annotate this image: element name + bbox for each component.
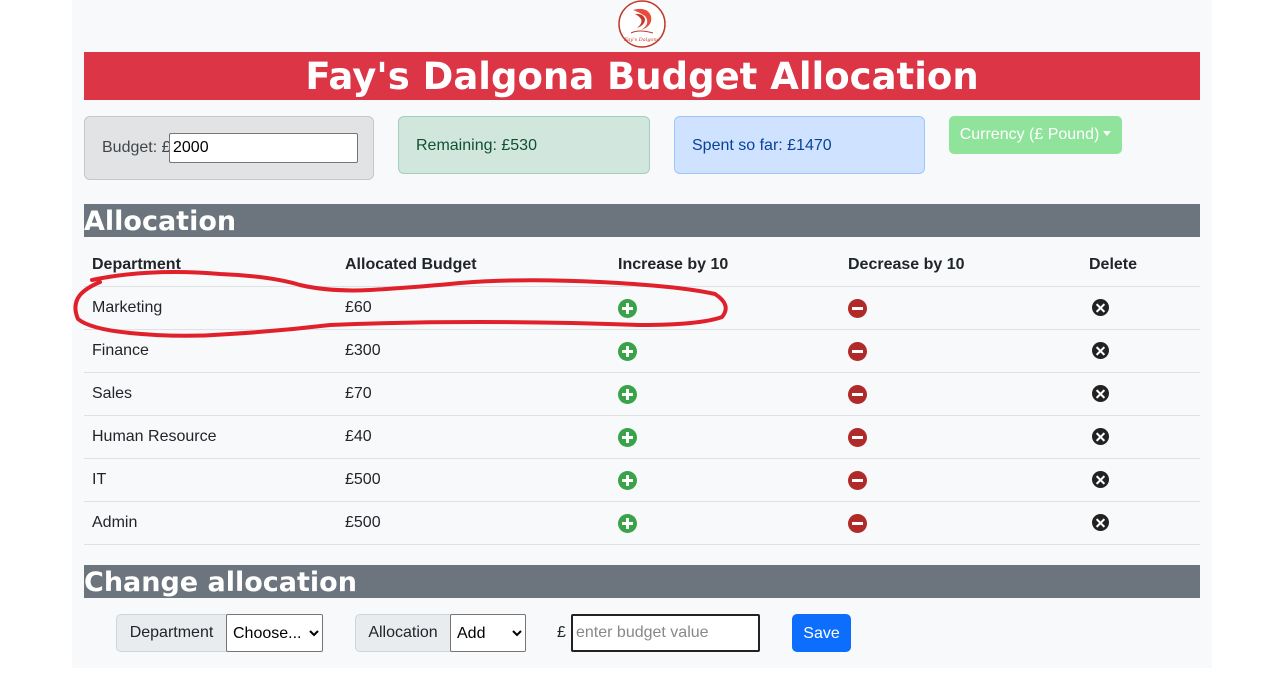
increase-cell bbox=[610, 286, 840, 330]
minus-circle-icon[interactable] bbox=[848, 384, 867, 404]
budget-input[interactable] bbox=[169, 133, 358, 163]
minus-circle-icon[interactable] bbox=[848, 470, 867, 490]
logo-text: Fay's Dalgona bbox=[623, 37, 659, 43]
column-header-allocated-budget: Allocated Budget bbox=[337, 244, 610, 287]
allocation-select-group: Allocation Add bbox=[355, 614, 526, 652]
department-select-label: Department bbox=[116, 614, 227, 652]
department-cell: Marketing bbox=[84, 286, 337, 330]
table-row: Human Resource £40 bbox=[84, 415, 1200, 459]
budget-cell: £60 bbox=[337, 286, 610, 330]
page-title: Fay's Dalgona Budget Allocation bbox=[84, 52, 1200, 100]
increase-cell bbox=[610, 329, 840, 373]
plus-circle-icon[interactable] bbox=[618, 470, 637, 490]
x-circle-icon[interactable] bbox=[1092, 514, 1109, 532]
table-header-row: Department Allocated Budget Increase by … bbox=[84, 244, 1200, 287]
decrease-cell bbox=[840, 501, 1081, 545]
spent-text: Spent so far: £1470 bbox=[692, 137, 832, 154]
plus-circle-icon[interactable] bbox=[618, 298, 637, 318]
plus-circle-icon[interactable] bbox=[618, 384, 637, 404]
budget-card: Budget: £ bbox=[84, 116, 374, 180]
save-button[interactable]: Save bbox=[792, 614, 851, 652]
table-row: Admin £500 bbox=[84, 501, 1200, 545]
allocation-heading: Allocation bbox=[84, 204, 1200, 237]
budget-cell: £300 bbox=[337, 329, 610, 373]
decrease-cell bbox=[840, 286, 1081, 330]
decrease-cell bbox=[840, 458, 1081, 502]
department-cell: Human Resource bbox=[84, 415, 337, 459]
increase-cell bbox=[610, 458, 840, 502]
budget-value-input[interactable] bbox=[571, 614, 760, 652]
remaining-text: Remaining: £530 bbox=[416, 137, 537, 154]
currency-symbol: £ bbox=[557, 624, 566, 641]
decrease-cell bbox=[840, 329, 1081, 373]
plus-circle-icon[interactable] bbox=[618, 341, 637, 361]
x-circle-icon[interactable] bbox=[1092, 385, 1109, 403]
plus-circle-icon[interactable] bbox=[618, 513, 637, 533]
department-cell: Admin bbox=[84, 501, 337, 545]
minus-circle-icon[interactable] bbox=[848, 427, 867, 447]
plus-circle-icon[interactable] bbox=[618, 427, 637, 447]
department-cell: IT bbox=[84, 458, 337, 502]
budget-cell: £500 bbox=[337, 458, 610, 502]
x-circle-icon[interactable] bbox=[1092, 299, 1109, 317]
x-circle-icon[interactable] bbox=[1092, 471, 1109, 489]
budget-cell: £500 bbox=[337, 501, 610, 545]
minus-circle-icon[interactable] bbox=[848, 298, 867, 318]
x-circle-icon[interactable] bbox=[1092, 342, 1109, 360]
budget-cell: £40 bbox=[337, 415, 610, 459]
change-allocation-heading: Change allocation bbox=[84, 565, 1200, 598]
increase-cell bbox=[610, 501, 840, 545]
delete-cell bbox=[1081, 501, 1200, 545]
table-row: Marketing £60 bbox=[84, 286, 1200, 330]
increase-cell bbox=[610, 372, 840, 416]
column-header-increase: Increase by 10 bbox=[610, 244, 840, 287]
allocation-table: Department Allocated Budget Increase by … bbox=[84, 244, 1200, 545]
delete-cell bbox=[1081, 329, 1200, 373]
budget-label: Budget: £ bbox=[102, 139, 171, 156]
table-row: IT £500 bbox=[84, 458, 1200, 502]
table-row: Finance £300 bbox=[84, 329, 1200, 373]
remaining-card: Remaining: £530 bbox=[398, 116, 650, 174]
currency-dropdown-button[interactable]: Currency (£ Pound) bbox=[949, 116, 1122, 154]
delete-cell bbox=[1081, 372, 1200, 416]
decrease-cell bbox=[840, 372, 1081, 416]
table-row: Sales £70 bbox=[84, 372, 1200, 416]
x-circle-icon[interactable] bbox=[1092, 428, 1109, 446]
app-container: Fay's Dalgona Fay's Dalgona Budget Alloc… bbox=[72, 0, 1212, 668]
delete-cell bbox=[1081, 458, 1200, 502]
column-header-decrease: Decrease by 10 bbox=[840, 244, 1081, 287]
department-select[interactable]: Choose... bbox=[226, 614, 323, 652]
department-cell: Sales bbox=[84, 372, 337, 416]
allocation-select-label: Allocation bbox=[355, 614, 451, 652]
allocation-type-select[interactable]: Add bbox=[450, 614, 526, 652]
spent-card: Spent so far: £1470 bbox=[674, 116, 925, 174]
minus-circle-icon[interactable] bbox=[848, 341, 867, 361]
delete-cell bbox=[1081, 415, 1200, 459]
decrease-cell bbox=[840, 415, 1081, 459]
department-select-group: Department Choose... bbox=[116, 614, 323, 652]
increase-cell bbox=[610, 415, 840, 459]
currency-label: Currency (£ Pound) bbox=[959, 126, 1100, 143]
column-header-department: Department bbox=[84, 244, 337, 287]
delete-cell bbox=[1081, 286, 1200, 330]
department-cell: Finance bbox=[84, 329, 337, 373]
column-header-delete: Delete bbox=[1081, 244, 1200, 287]
budget-cell: £70 bbox=[337, 372, 610, 416]
caret-down-icon bbox=[1103, 131, 1112, 136]
dalgona-logo: Fay's Dalgona bbox=[617, 0, 667, 48]
minus-circle-icon[interactable] bbox=[848, 513, 867, 533]
